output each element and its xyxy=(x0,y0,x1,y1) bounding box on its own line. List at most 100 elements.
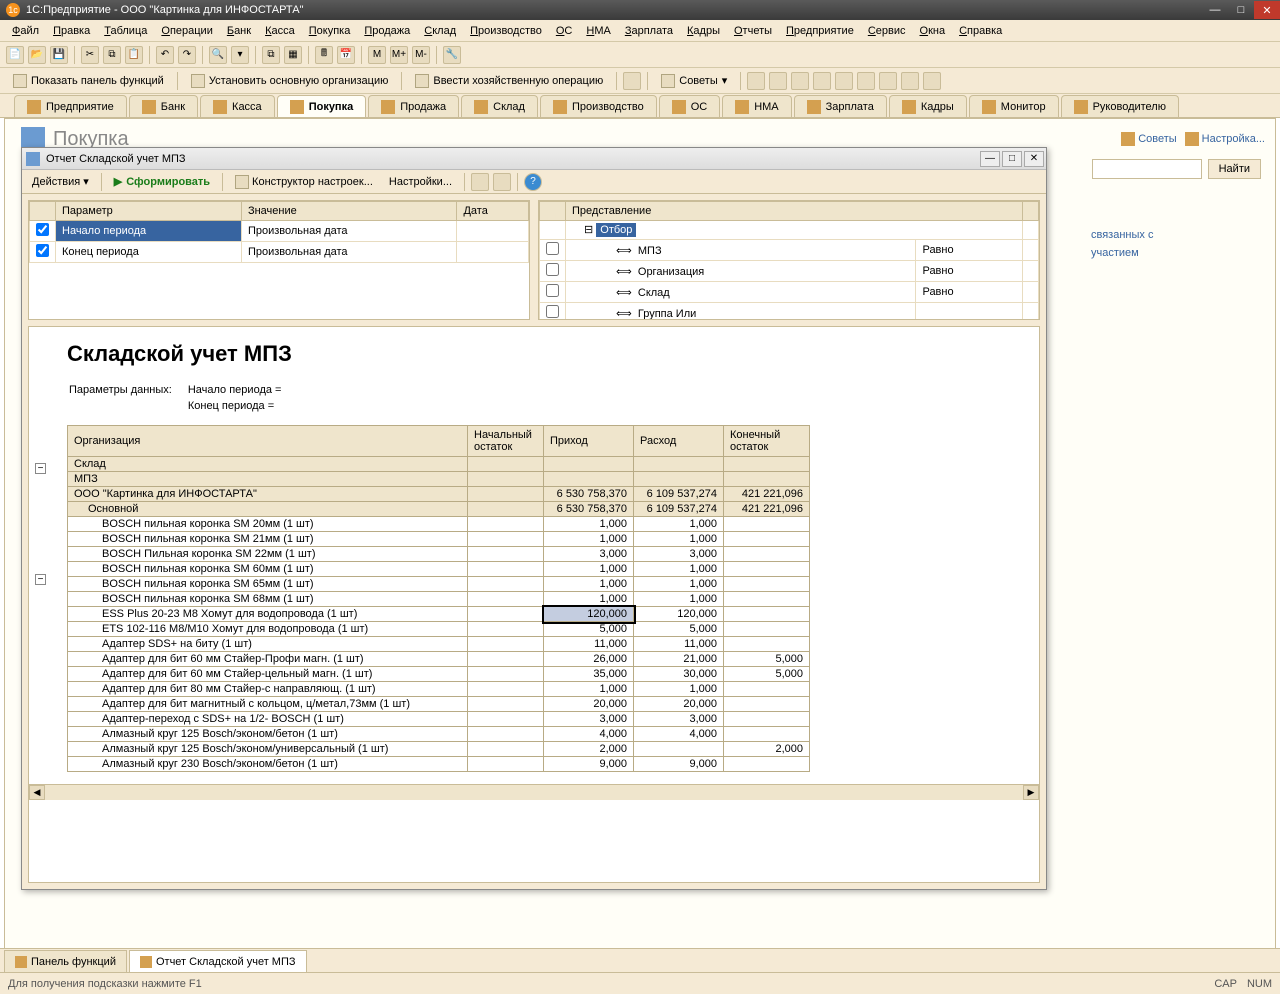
m-minus-button[interactable]: M- xyxy=(412,46,430,64)
constructor-button[interactable]: Конструктор настроек... xyxy=(229,173,379,191)
tab-panel-functions[interactable]: Панель функций xyxy=(4,950,127,972)
cell-out[interactable] xyxy=(634,742,724,757)
cell-start[interactable] xyxy=(468,742,544,757)
data-table[interactable]: Организация Начальный остаток Приход Рас… xyxy=(67,425,810,772)
cell-in[interactable]: 6 530 758,370 xyxy=(544,487,634,502)
cell-end[interactable] xyxy=(724,622,810,637)
cell-in[interactable]: 1,000 xyxy=(544,532,634,547)
cell-end[interactable] xyxy=(724,592,810,607)
cell-start[interactable] xyxy=(468,562,544,577)
help-icon[interactable]: ? xyxy=(524,173,542,191)
close-button[interactable]: ✕ xyxy=(1254,1,1280,19)
cell-end[interactable] xyxy=(724,682,810,697)
row-name[interactable]: BOSCH пильная коронка SM 21мм (1 шт) xyxy=(68,532,468,547)
row-name[interactable]: ESS Plus 20-23 M8 Хомут для водопровода … xyxy=(68,607,468,622)
menu-item[interactable]: Покупка xyxy=(303,23,357,39)
filter-checkbox[interactable] xyxy=(546,263,559,276)
cell-in[interactable]: 2,000 xyxy=(544,742,634,757)
wrench-icon[interactable]: 🔧 xyxy=(443,46,461,64)
tab-Банк[interactable]: Банк xyxy=(129,95,198,117)
cell-start[interactable] xyxy=(468,517,544,532)
icon[interactable] xyxy=(623,72,641,90)
report-body[interactable]: − − Складской учет МПЗ Параметры данных:… xyxy=(28,326,1040,883)
find-button[interactable]: Найти xyxy=(1208,159,1261,179)
tab-НМА[interactable]: НМА xyxy=(722,95,791,117)
cell-out[interactable]: 9,000 xyxy=(634,757,724,772)
filter-cond[interactable]: Равно xyxy=(916,240,1023,261)
cell-start[interactable] xyxy=(468,712,544,727)
cell-start[interactable] xyxy=(468,637,544,652)
filter-cond[interactable]: Равно xyxy=(916,282,1023,303)
cell-in[interactable]: 26,000 xyxy=(544,652,634,667)
cell-out[interactable]: 4,000 xyxy=(634,727,724,742)
collapse-icon[interactable]: − xyxy=(35,574,46,585)
cell-end[interactable]: 5,000 xyxy=(724,652,810,667)
calc-icon[interactable]: 🖩 xyxy=(315,46,333,64)
cell-in[interactable]: 4,000 xyxy=(544,727,634,742)
side-link[interactable]: участием xyxy=(1091,247,1261,259)
menu-item[interactable]: Зарплата xyxy=(619,23,679,39)
filter-checkbox[interactable] xyxy=(546,284,559,297)
param-checkbox[interactable] xyxy=(36,244,49,257)
row-name[interactable]: Алмазный круг 125 Bosch/эконом/универсал… xyxy=(68,742,468,757)
report-close-button[interactable]: ✕ xyxy=(1024,151,1044,167)
cell-end[interactable] xyxy=(724,517,810,532)
menu-item[interactable]: Предприятие xyxy=(780,23,860,39)
show-panel-button[interactable]: Показать панель функций xyxy=(6,71,171,91)
cell-start[interactable] xyxy=(468,622,544,637)
row-name[interactable]: Алмазный круг 230 Bosch/эконом/бетон (1 … xyxy=(68,757,468,772)
cell-end[interactable] xyxy=(724,532,810,547)
enter-op-button[interactable]: Ввести хозяйственную операцию xyxy=(408,71,610,91)
open-icon[interactable]: 📂 xyxy=(28,46,46,64)
search-input[interactable] xyxy=(1092,159,1202,179)
menu-item[interactable]: Касса xyxy=(259,23,301,39)
filter-checkbox[interactable] xyxy=(546,242,559,255)
scroll-right-icon[interactable]: ▶ xyxy=(1023,785,1039,800)
tab-Покупка[interactable]: Покупка xyxy=(277,95,367,117)
row-name[interactable]: ООО "Картинка для ИНФОСТАРТА" xyxy=(68,487,468,502)
m-button[interactable]: M xyxy=(368,46,386,64)
menu-item[interactable]: НМА xyxy=(580,23,616,39)
menu-item[interactable]: Справка xyxy=(953,23,1008,39)
icon[interactable] xyxy=(835,72,853,90)
menu-item[interactable]: Операции xyxy=(155,23,218,39)
filter-cond[interactable] xyxy=(916,303,1023,321)
cell-start[interactable] xyxy=(468,727,544,742)
side-link[interactable]: связанных с xyxy=(1091,229,1261,241)
menu-item[interactable]: Окна xyxy=(914,23,952,39)
filter-cond[interactable]: Равно xyxy=(916,261,1023,282)
row-name[interactable]: Адаптер для бит 60 мм Стайер-цельный маг… xyxy=(68,667,468,682)
horizontal-scrollbar[interactable]: ◀ ▶ xyxy=(29,784,1039,800)
menu-item[interactable]: Банк xyxy=(221,23,257,39)
cell-end[interactable]: 421 221,096 xyxy=(724,487,810,502)
cell-end[interactable] xyxy=(724,712,810,727)
param-grid[interactable]: ПараметрЗначениеДата Начало периодаПроиз… xyxy=(28,200,530,320)
menu-item[interactable]: Таблица xyxy=(98,23,153,39)
cell-start[interactable] xyxy=(468,592,544,607)
row-name[interactable]: Адаптер для бит 60 мм Стайер-Профи магн.… xyxy=(68,652,468,667)
icon[interactable] xyxy=(791,72,809,90)
row-name[interactable]: BOSCH пильная коронка SM 60мм (1 шт) xyxy=(68,562,468,577)
minimize-button[interactable]: — xyxy=(1202,1,1228,19)
cell-out[interactable]: 3,000 xyxy=(634,712,724,727)
tips-button[interactable]: Советы ▾ xyxy=(654,71,734,91)
cell-end[interactable] xyxy=(724,607,810,622)
save-icon[interactable]: 💾 xyxy=(50,46,68,64)
menu-item[interactable]: Склад xyxy=(418,23,462,39)
cell-in[interactable]: 1,000 xyxy=(544,682,634,697)
cell-start[interactable] xyxy=(468,607,544,622)
filter-name[interactable]: ⟺ Склад xyxy=(566,282,916,303)
set-org-button[interactable]: Установить основную организацию xyxy=(184,71,396,91)
cell-out[interactable]: 11,000 xyxy=(634,637,724,652)
row-name[interactable]: BOSCH пильная коронка SM 65мм (1 шт) xyxy=(68,577,468,592)
cell-start[interactable] xyxy=(468,487,544,502)
menu-item[interactable]: Отчеты xyxy=(728,23,778,39)
cell-out[interactable]: 1,000 xyxy=(634,682,724,697)
settings-button[interactable]: Настройки... xyxy=(383,174,458,190)
menu-item[interactable]: Кадры xyxy=(681,23,726,39)
param-name[interactable]: Конец периода xyxy=(56,242,242,263)
row-name[interactable]: BOSCH пильная коронка SM 68мм (1 шт) xyxy=(68,592,468,607)
cell-end[interactable]: 421 221,096 xyxy=(724,502,810,517)
cell-end[interactable] xyxy=(724,697,810,712)
icon[interactable] xyxy=(879,72,897,90)
